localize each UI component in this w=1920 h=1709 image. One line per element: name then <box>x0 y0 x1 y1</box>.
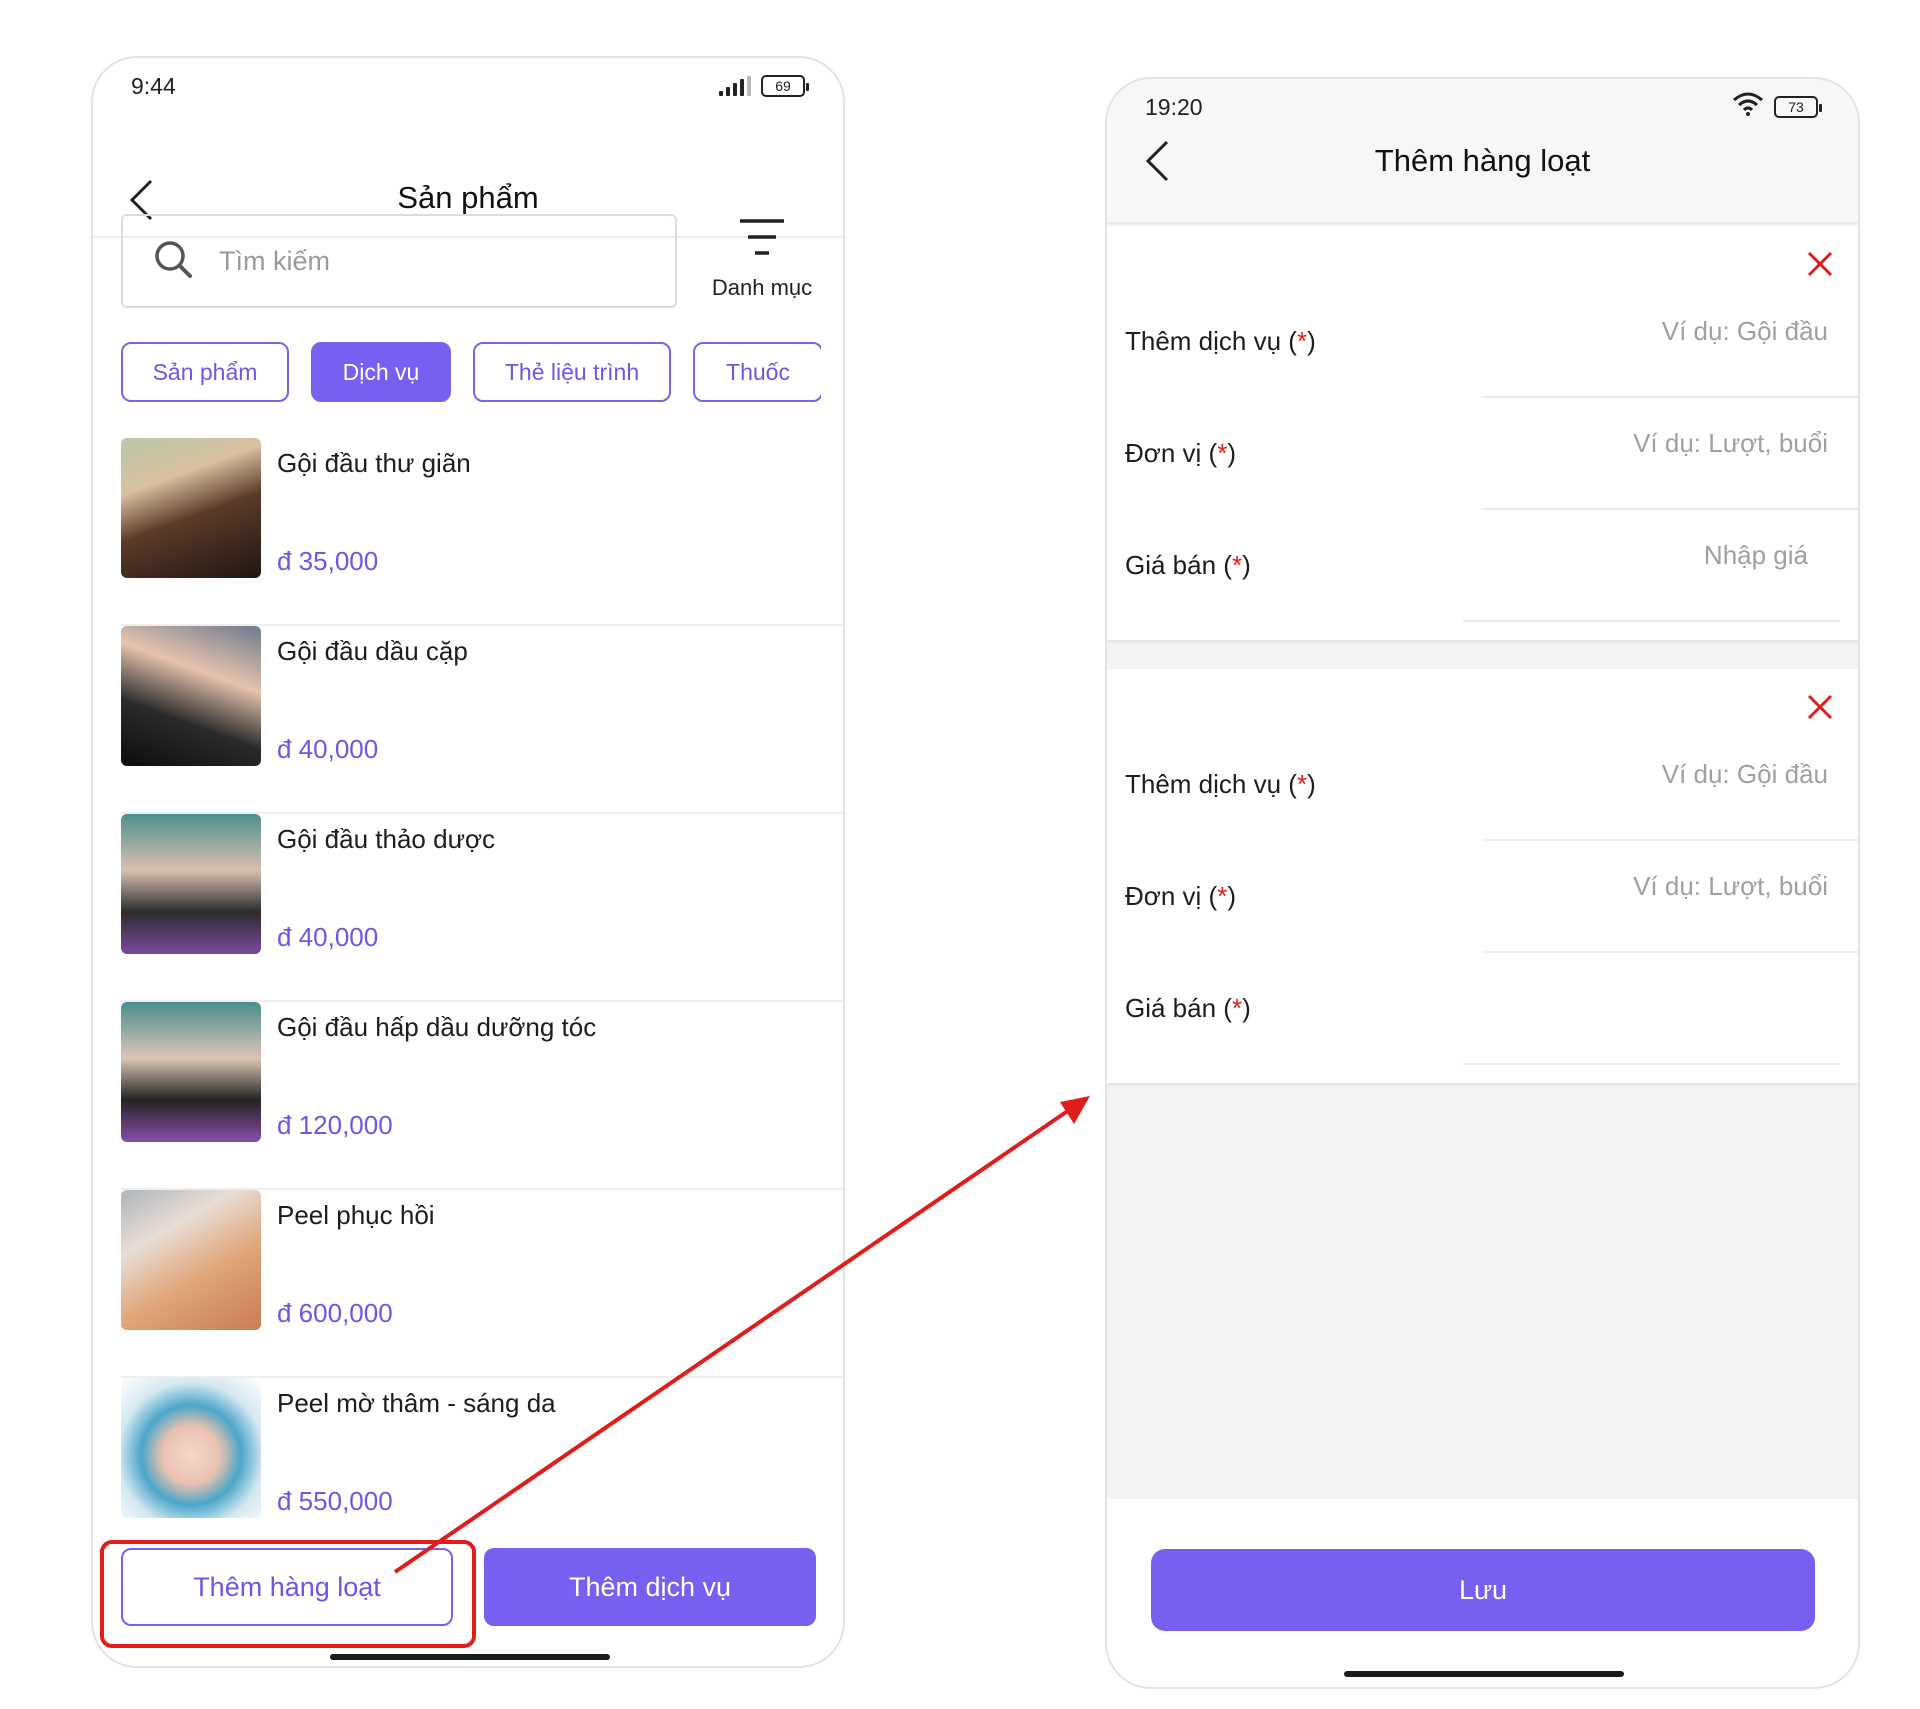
search-icon <box>153 239 193 284</box>
status-bar: 9:44 69 <box>93 66 843 106</box>
price-input[interactable] <box>1468 540 1808 571</box>
service-name-row: Thêm dịch vụ (*) <box>1107 729 1858 841</box>
service-name-row: Thêm dịch vụ (*) <box>1107 286 1858 398</box>
service-name: Gội đầu dầu cặp <box>277 636 468 666</box>
bottom-actions: Thêm hàng loạt Thêm dịch vụ <box>93 1548 843 1666</box>
page-title: Sản phẩm <box>397 180 539 215</box>
service-name-label: Thêm dịch vụ (*) <box>1125 326 1316 356</box>
service-name-input[interactable] <box>1488 759 1828 790</box>
service-name: Peel mờ thâm - sáng da <box>277 1388 556 1418</box>
list-item[interactable]: Peel phục hồi đ 600,000 <box>121 1190 843 1378</box>
category-tabs: Sản phẩm Dịch vụ Thẻ liệu trình Thuốc <box>121 342 821 404</box>
price-label: Giá bán (*) <box>1125 993 1251 1023</box>
phone-product-list: 9:44 69 Sản phẩm Danh mục Sản p <box>91 56 845 1668</box>
price-input[interactable] <box>1468 983 1808 1014</box>
unit-input[interactable] <box>1488 871 1828 902</box>
service-name: Peel phục hồi <box>277 1200 435 1230</box>
service-thumbnail <box>121 1002 261 1142</box>
service-name: Gội đầu hấp dầu dưỡng tóc <box>277 1012 597 1042</box>
service-price: đ 120,000 <box>277 1110 393 1140</box>
battery-level: 69 <box>775 78 791 94</box>
close-icon[interactable] <box>1802 689 1838 725</box>
divider <box>1463 1063 1840 1065</box>
service-name-input[interactable] <box>1488 316 1828 347</box>
service-thumbnail <box>121 814 261 954</box>
service-price: đ 40,000 <box>277 734 379 764</box>
nav-bar: 19:20 73 Thêm hàng loạt <box>1107 79 1858 224</box>
service-price: đ 550,000 <box>277 1486 393 1516</box>
service-form-card: Thêm dịch vụ (*) Đơn vị (*) Giá bán (*) <box>1107 669 1858 1083</box>
canvas: 9:44 69 Sản phẩm Danh mục Sản p <box>0 0 1920 1709</box>
service-name-label: Thêm dịch vụ (*) <box>1125 769 1316 799</box>
category-filter-button[interactable]: Danh mục <box>707 216 817 301</box>
list-item[interactable]: Gội đầu thảo dược đ 40,000 <box>121 814 843 1002</box>
save-button[interactable]: Lưu <box>1151 1549 1815 1631</box>
list-item[interactable]: Gội đầu hấp dầu dưỡng tóc đ 120,000 <box>121 1002 843 1190</box>
unit-row: Đơn vị (*) <box>1107 841 1858 953</box>
filter-icon <box>738 219 786 264</box>
service-thumbnail <box>121 1378 261 1518</box>
battery-level: 73 <box>1788 99 1804 115</box>
price-row: Giá bán (*) <box>1107 953 1858 1065</box>
service-price: đ 40,000 <box>277 922 379 952</box>
tab-thuoc[interactable]: Thuốc <box>693 342 821 402</box>
signal-icon <box>719 76 751 96</box>
service-thumbnail <box>121 626 261 766</box>
search-input[interactable] <box>219 245 619 277</box>
home-indicator <box>330 1654 610 1660</box>
tab-dich-vu[interactable]: Dịch vụ <box>311 342 451 402</box>
price-label: Giá bán (*) <box>1125 550 1251 580</box>
close-icon[interactable] <box>1802 246 1838 282</box>
bulk-add-button[interactable]: Thêm hàng loạt <box>121 1548 453 1626</box>
status-time: 9:44 <box>131 72 176 99</box>
list-item[interactable]: Gội đầu dầu cặp đ 40,000 <box>121 626 843 814</box>
service-thumbnail <box>121 438 261 578</box>
unit-row: Đơn vị (*) <box>1107 398 1858 510</box>
tab-the-lieu-trinh[interactable]: Thẻ liệu trình <box>473 342 671 402</box>
unit-input[interactable] <box>1488 428 1828 459</box>
battery-icon: 73 <box>1774 96 1822 118</box>
list-item[interactable]: Gội đầu thư giãn đ 35,000 <box>121 438 843 626</box>
price-row: Giá bán (*) <box>1107 510 1858 622</box>
filter-label: Danh mục <box>711 275 813 300</box>
battery-icon: 69 <box>761 75 809 97</box>
page-title: Thêm hàng loạt <box>1374 143 1591 178</box>
unit-label: Đơn vị (*) <box>1125 881 1236 911</box>
service-price: đ 600,000 <box>277 1298 393 1328</box>
list-item[interactable]: Peel mờ thâm - sáng da đ 550,000 <box>121 1378 843 1566</box>
status-time: 19:20 <box>1145 93 1203 120</box>
service-list: Gội đầu thư giãn đ 35,000 Gội đầu dầu cặ… <box>121 438 843 1566</box>
tab-san-pham[interactable]: Sản phẩm <box>121 342 289 402</box>
service-price: đ 35,000 <box>277 546 379 576</box>
divider <box>1463 620 1840 622</box>
home-indicator <box>1344 1671 1624 1677</box>
phone-bulk-add: 19:20 73 Thêm hàng loạt Thêm dịch vụ (*) <box>1105 77 1860 1689</box>
search-box[interactable] <box>121 214 677 308</box>
unit-label: Đơn vị (*) <box>1125 438 1236 468</box>
add-service-button[interactable]: Thêm dịch vụ <box>484 1548 816 1626</box>
service-name: Gội đầu thảo dược <box>277 824 496 854</box>
status-bar: 19:20 73 <box>1107 87 1858 127</box>
service-form-card: Thêm dịch vụ (*) Đơn vị (*) Giá bán (*) <box>1107 226 1858 640</box>
service-thumbnail <box>121 1190 261 1330</box>
wifi-icon <box>1732 92 1764 122</box>
service-name: Gội đầu thư giãn <box>277 448 471 478</box>
